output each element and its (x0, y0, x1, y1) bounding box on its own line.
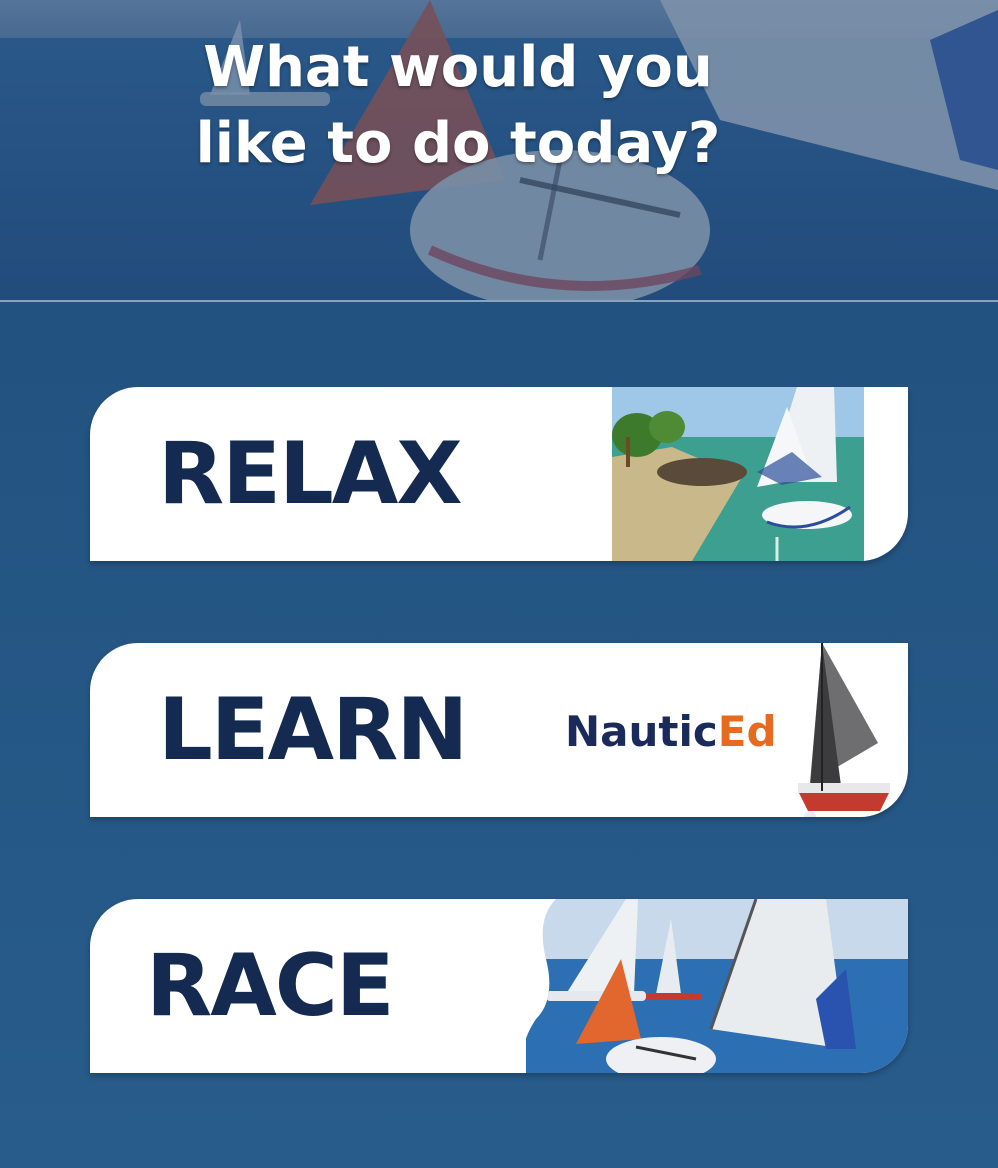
race-regatta-image (526, 899, 908, 1073)
learn-label: LEARN (158, 680, 468, 780)
page-title: What would you like to do today? (0, 30, 916, 182)
page-title-line1: What would you (203, 35, 713, 100)
page-title-line2: like to do today? (195, 111, 721, 176)
relax-beach-image (612, 387, 864, 561)
keelboat-image (798, 643, 890, 817)
learn-button[interactable]: LEARN NauticEd (90, 643, 908, 817)
race-label: RACE (146, 936, 395, 1036)
race-button[interactable]: RACE (90, 899, 908, 1073)
header-banner: What would you like to do today? (0, 0, 998, 302)
relax-label: RELAX (158, 424, 463, 524)
relax-button[interactable]: RELAX (90, 387, 908, 561)
